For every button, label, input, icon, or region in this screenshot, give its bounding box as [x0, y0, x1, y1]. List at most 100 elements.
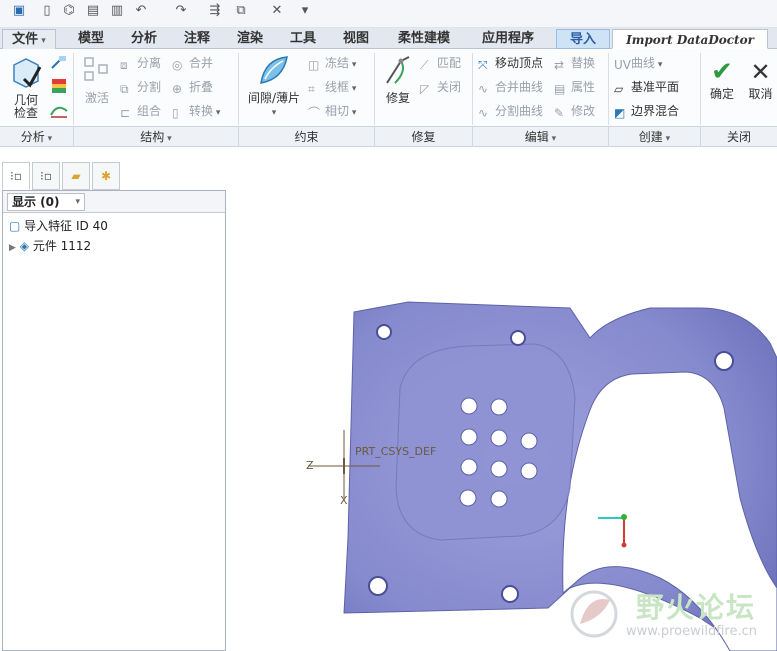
curve-button[interactable]: UV曲线 ▾ — [614, 53, 662, 73]
combine-button[interactable]: ⊏ 组合 — [120, 101, 161, 121]
expand-arrow-icon[interactable]: ▶ — [9, 243, 16, 253]
activate-label: 激活 — [84, 91, 109, 105]
datum-plane-button[interactable]: ▱ 基准平面 — [614, 77, 679, 97]
repair-label: 修复 — [385, 91, 410, 105]
redo-icon[interactable]: ↷ — [172, 2, 190, 20]
geometry-check-label: 几何 检查 — [13, 93, 38, 120]
group-create[interactable]: 创建 ▾ — [609, 127, 701, 147]
convert-button[interactable]: ▯ 转换 ▾ — [172, 101, 220, 121]
fold-button[interactable]: ⊕ 折叠 — [172, 77, 213, 97]
graphics-window[interactable]: PRT_CSYS_DEF Z X — [230, 158, 777, 651]
close-geometry-icon: ◸ — [420, 82, 430, 96]
uv-curve-icon: UV — [614, 58, 631, 72]
cancel-x-icon: ✕ — [750, 58, 771, 86]
boundary-blend-button[interactable]: ◩ 边界混合 — [614, 101, 679, 121]
match-button[interactable]: ⟋ 匹配 — [420, 53, 461, 73]
fold-icon: ⊕ — [172, 82, 183, 96]
ribbon-separator — [700, 53, 701, 125]
activate-button[interactable]: 激活 — [80, 55, 114, 105]
ribbon: 几何 检查 激活 ⧈ 分离 ⧉ 分割 ⊏ 组合 ◎ 合并 ⊕ 折叠 ▯ 转换 ▾ 间隙/薄片 ▾… — [0, 49, 777, 127]
tab-flexible-modeling[interactable]: 柔性建模 — [382, 29, 466, 49]
gap-thin-button[interactable]: 间隙/薄片 ▾ — [244, 53, 304, 120]
analysis-small-icon-3[interactable] — [50, 101, 68, 119]
regenerate-icon[interactable]: ⇶ — [206, 2, 224, 20]
axis-x-label: X — [340, 494, 348, 507]
replace-icon: ⇄ — [554, 58, 565, 72]
tab-applications[interactable]: 应用程序 — [466, 29, 550, 49]
ribbon-separator — [608, 53, 609, 125]
checkmark-icon: ✔ — [711, 57, 733, 87]
tree-item-component[interactable]: ▶ ◈ 元件 1112 — [9, 237, 91, 255]
convert-icon: ▯ — [172, 106, 179, 120]
group-repair: 修复 — [375, 127, 473, 147]
ribbon-separator — [238, 53, 239, 125]
tab-import[interactable]: 导入 — [556, 29, 610, 49]
ribbon-separator — [472, 53, 473, 125]
tab-import-datadoctor[interactable]: Import DataDoctor — [612, 29, 768, 49]
watermark-title: 野火论坛 — [636, 591, 757, 624]
tab-file[interactable]: 文件 ▾ — [2, 29, 56, 49]
folder-icon: ▰ — [71, 169, 81, 183]
split-curves-icon: ∿ — [478, 106, 489, 120]
merge-curves-button[interactable]: ∿ 合并曲线 — [478, 77, 543, 97]
tab-annotate[interactable]: 注释 — [170, 29, 224, 49]
part-model[interactable] — [230, 158, 777, 651]
separate-button[interactable]: ⧈ 分离 — [120, 53, 161, 73]
tab-model[interactable]: 模型 — [64, 29, 118, 49]
tab-tools[interactable]: 工具 — [276, 29, 330, 49]
separate-icon: ⧈ — [120, 58, 128, 72]
wireframe-button[interactable]: ⌗ 线框 ▾ — [308, 77, 356, 97]
model-tree-tab[interactable]: ⁝▫ — [2, 162, 30, 190]
open-icon[interactable]: ⌬ — [60, 2, 78, 20]
repair-button[interactable]: 修复 — [380, 53, 416, 105]
cancel-button[interactable]: ✕ 取消 — [744, 57, 777, 101]
model-tree: 显示 (0) ▾ ▢ 导入特征 ID 40 ▶ ◈ 元件 1112 — [2, 190, 226, 651]
cancel-label: 取消 — [748, 87, 773, 101]
ribbon-separator — [73, 53, 74, 125]
replace-button[interactable]: ⇄ 替换 — [554, 53, 595, 73]
move-vertex-button[interactable]: ⤧ 移动顶点 — [478, 53, 543, 73]
close-window-icon[interactable]: ✕ — [268, 2, 286, 20]
split-button[interactable]: ⧉ 分割 — [120, 77, 161, 97]
modify-button[interactable]: ✎ 修改 — [554, 101, 595, 121]
wireframe-icon: ⌗ — [308, 82, 315, 96]
properties-button[interactable]: ▤ 属性 — [554, 77, 595, 97]
split-icon: ⧉ — [120, 82, 129, 96]
combine-icon: ⊏ — [120, 106, 131, 120]
group-structure[interactable]: 结构 ▾ — [74, 127, 239, 147]
customize-icon[interactable]: ▾ — [296, 2, 314, 20]
layer-tree-tab[interactable]: ⁝▫ — [32, 162, 60, 190]
split-curves-button[interactable]: ∿ 分割曲线 — [478, 101, 543, 121]
properties-icon: ▤ — [554, 82, 566, 96]
ok-label: 确定 — [709, 87, 734, 101]
merge-button[interactable]: ◎ 合并 — [172, 53, 213, 73]
analysis-small-icon-2[interactable] — [50, 77, 68, 95]
freeze-button[interactable]: ◫ 冻结 ▾ — [308, 53, 356, 73]
ok-button[interactable]: ✔ 确定 — [704, 57, 740, 101]
close-geometry-button[interactable]: ◸ 关闭 — [420, 77, 461, 97]
new-icon[interactable]: ▯ — [38, 2, 56, 20]
analysis-small-icon-1[interactable] — [50, 54, 68, 72]
tab-render[interactable]: 渲染 — [224, 29, 276, 49]
tab-analysis[interactable]: 分析 — [118, 29, 170, 49]
gap-thin-icon — [260, 56, 288, 84]
tree-item-import-feature[interactable]: ▢ 导入特征 ID 40 — [9, 217, 108, 235]
gap-thin-label: 间隙/薄片 ▾ — [247, 91, 301, 119]
undo-icon[interactable]: ↶ — [132, 2, 150, 20]
favorites-tab[interactable]: ✱ — [92, 162, 120, 190]
group-edit[interactable]: 编辑 ▾ — [473, 127, 609, 147]
print-icon[interactable]: ▥ — [108, 2, 126, 20]
forum-logo-icon — [570, 590, 618, 638]
quick-access-toolbar: ▣ ▯ ⌬ ▤ ▥ ↶ ↷ ⇶ ⧉ ✕ ▾ — [0, 0, 777, 28]
app-icon[interactable]: ▣ — [10, 2, 28, 20]
save-icon[interactable]: ▤ — [84, 2, 102, 20]
geometry-check-button[interactable]: 几何 检查 — [8, 55, 44, 120]
windows-icon[interactable]: ⧉ — [232, 2, 250, 20]
folder-browser-tab[interactable]: ▰ — [62, 162, 90, 190]
tree-toolbar: 显示 (0) ▾ — [3, 191, 225, 213]
group-analysis[interactable]: 分析 ▾ — [0, 127, 74, 147]
tangent-button[interactable]: ⌒ 相切 ▾ — [308, 101, 356, 121]
modify-icon: ✎ — [554, 106, 565, 120]
tab-view[interactable]: 视图 — [330, 29, 382, 49]
show-dropdown[interactable]: 显示 (0) ▾ — [7, 193, 85, 211]
